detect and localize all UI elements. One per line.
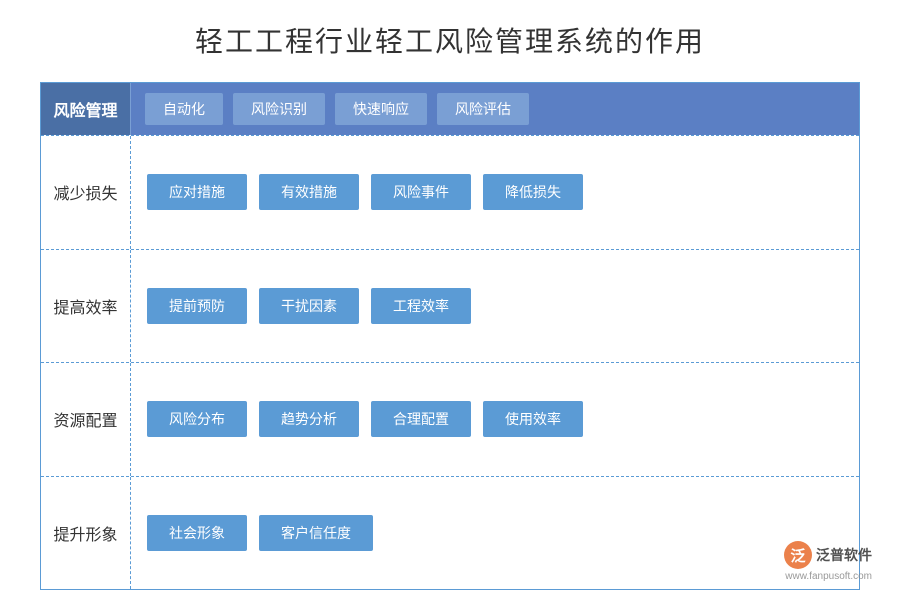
data-tag: 客户信任度 (259, 515, 373, 551)
row-label: 减少损失 (41, 136, 131, 249)
data-tag: 干扰因素 (259, 288, 359, 324)
main-table: 风险管理 自动化风险识别快速响应风险评估 减少损失应对措施有效措施风险事件降低损… (40, 82, 860, 590)
header-tag: 风险评估 (437, 93, 529, 125)
page-title: 轻工工程行业轻工风险管理系统的作用 (195, 20, 705, 60)
data-tag: 合理配置 (371, 401, 471, 437)
row-label: 提升形象 (41, 477, 131, 590)
header-row: 风险管理 自动化风险识别快速响应风险评估 (41, 83, 859, 135)
row-tag-area: 应对措施有效措施风险事件降低损失 (131, 136, 859, 249)
watermark-name: 泛普软件 (816, 545, 872, 565)
data-tag: 有效措施 (259, 174, 359, 210)
header-tag: 风险识别 (233, 93, 325, 125)
header-tag: 自动化 (145, 93, 223, 125)
row-label: 资源配置 (41, 363, 131, 476)
watermark-logo: 泛 泛普软件 (784, 541, 872, 569)
data-tag: 工程效率 (371, 288, 471, 324)
data-tag: 应对措施 (147, 174, 247, 210)
header-label: 风险管理 (41, 83, 131, 135)
page-container: 轻工工程行业轻工风险管理系统的作用 风险管理 自动化风险识别快速响应风险评估 减… (0, 0, 900, 600)
watermark-icon: 泛 (784, 541, 812, 569)
data-tag: 社会形象 (147, 515, 247, 551)
header-tag-area: 自动化风险识别快速响应风险评估 (131, 83, 859, 135)
data-row: 提升形象社会形象客户信任度 (41, 476, 859, 590)
data-row: 资源配置风险分布趋势分析合理配置使用效率 (41, 362, 859, 476)
row-tag-area: 风险分布趋势分析合理配置使用效率 (131, 363, 859, 476)
watermark: 泛 泛普软件 www.fanpusoft.com (784, 541, 872, 582)
row-tag-area: 社会形象客户信任度 (131, 477, 859, 590)
row-tag-area: 提前预防干扰因素工程效率 (131, 250, 859, 363)
row-label: 提高效率 (41, 250, 131, 363)
header-tag: 快速响应 (335, 93, 427, 125)
data-tag: 趋势分析 (259, 401, 359, 437)
watermark-url: www.fanpusoft.com (785, 571, 872, 582)
data-tag: 降低损失 (483, 174, 583, 210)
data-row: 提高效率提前预防干扰因素工程效率 (41, 249, 859, 363)
data-row: 减少损失应对措施有效措施风险事件降低损失 (41, 135, 859, 249)
data-tag: 提前预防 (147, 288, 247, 324)
data-tag: 风险事件 (371, 174, 471, 210)
data-tag: 风险分布 (147, 401, 247, 437)
data-tag: 使用效率 (483, 401, 583, 437)
